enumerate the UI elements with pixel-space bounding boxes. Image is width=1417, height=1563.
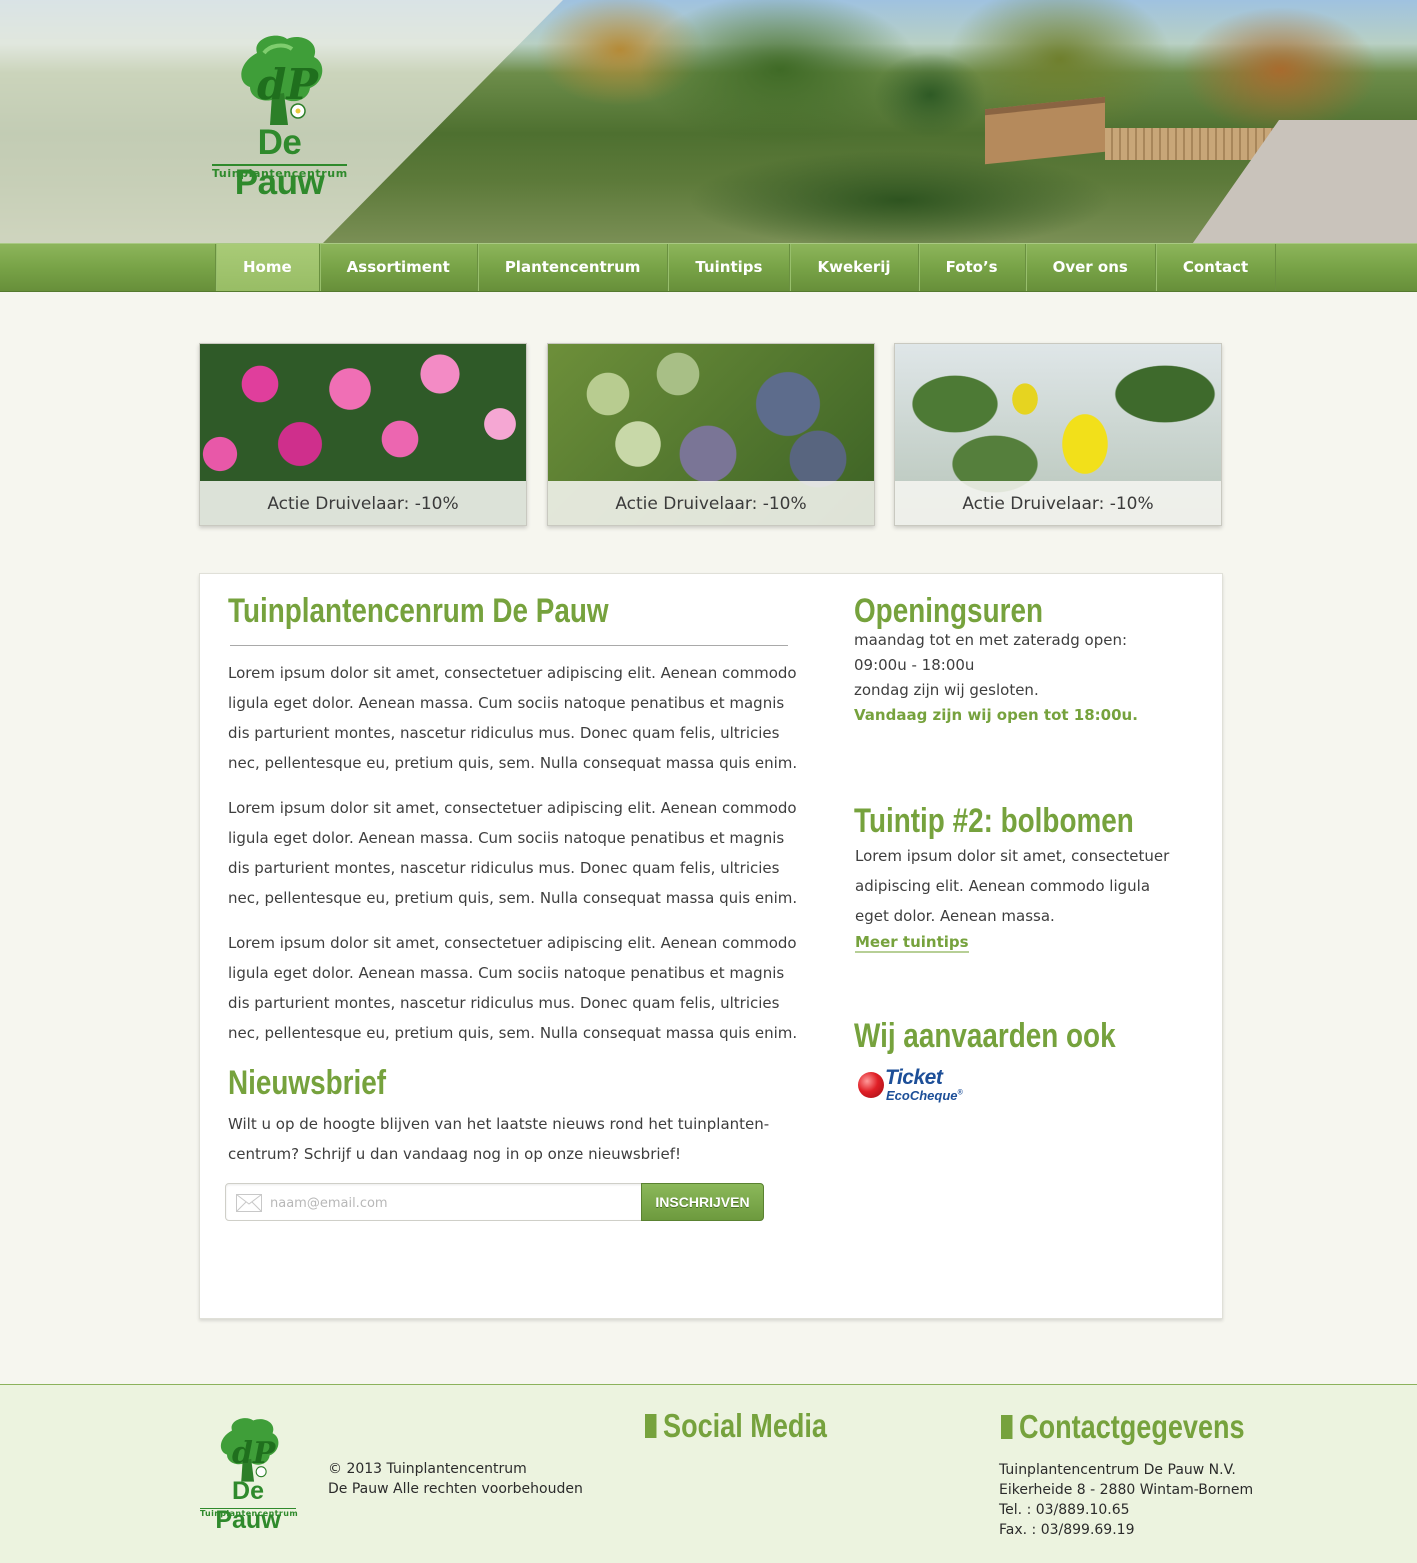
footer-logo-name: De Pauw (215, 1477, 281, 1534)
envelope-icon (236, 1194, 262, 1212)
open-today-status: Vandaag zijn wij open tot 18:00u. (854, 706, 1138, 724)
logo-tagline: Tuinplantencentrum (212, 164, 347, 180)
nav-item-kwekerij[interactable]: Kwekerij (790, 244, 919, 291)
opening-hours: maandag tot en met zateradg open: 09:00u… (854, 628, 1174, 728)
hours-line-1: maandag tot en met zateradg open: (854, 631, 1128, 649)
accepted-payments-title: Wij aanvaarden ook (854, 1017, 1116, 1055)
nav-item-plantencentrum[interactable]: Plantencentrum (478, 244, 669, 291)
newsletter-title: Nieuwsbrief (228, 1064, 387, 1102)
contact-company: Tuinplantencentrum De Pauw N.V. (999, 1462, 1236, 1478)
opening-hours-title: Openingsuren (854, 592, 1043, 630)
promo-caption: Actie Druivelaar: -10% (200, 481, 526, 525)
newsletter-form: INSCHRIJVEN (225, 1183, 764, 1221)
promo-caption: Actie Druivelaar: -10% (548, 481, 874, 525)
intro-paragraph-1: Lorem ipsum dolor sit amet, consectetuer… (228, 664, 798, 772)
header-banner: dP De Pauw Tuinplantencentrum (0, 0, 1417, 243)
contact-phone: Tel. : 03/889.10.65 (999, 1502, 1130, 1518)
promo-caption: Actie Druivelaar: -10% (895, 481, 1221, 525)
page-title: Tuinplantencenrum De Pauw (228, 592, 609, 630)
nav-item-over-ons[interactable]: Over ons (1026, 244, 1156, 291)
social-media-title: Social Media (645, 1407, 827, 1445)
main-navigation-bar: Home Assortiment Plantencentrum Tuintips… (0, 243, 1417, 292)
logo-name: De Pauw (234, 123, 325, 202)
title-divider (230, 645, 788, 646)
contact-fax: Fax. : 03/899.69.19 (999, 1522, 1135, 1538)
ticket-logo-text: Ticket (885, 1066, 943, 1089)
intro-paragraph-2: Lorem ipsum dolor sit amet, consectetuer… (228, 799, 798, 907)
newsletter-email-input[interactable] (270, 1190, 630, 1216)
ticket-ecocheque-logo: Ticket EcoCheque® (858, 1066, 978, 1110)
intro-paragraph-3: Lorem ipsum dolor sit amet, consectetuer… (228, 934, 798, 1042)
nav-item-contact[interactable]: Contact (1156, 244, 1277, 291)
promo-cards: Actie Druivelaar: -10% Actie Druivelaar:… (199, 343, 1223, 526)
heading-marker (645, 1414, 657, 1438)
garden-tip-text: Lorem ipsum dolor sit amet, consectetuer… (855, 847, 1170, 925)
nav-item-assortiment[interactable]: Assortiment (320, 244, 478, 291)
nav-item-home[interactable]: Home (216, 244, 320, 291)
promo-card-berries[interactable]: Actie Druivelaar: -10% (547, 343, 875, 526)
contact-address: Eikerheide 8 - 2880 Wintam-Bornem (999, 1482, 1254, 1498)
newsletter-text: Wilt u op de hoogte blijven van het laat… (228, 1115, 770, 1163)
hours-line-3: zondag zijn wij gesloten. (854, 681, 1039, 699)
logo-initials: dP (257, 60, 319, 109)
copyright-line-2: De Pauw Alle rechten voorbehouden (328, 1481, 583, 1497)
footer-logo[interactable]: dP De Pauw Tuinplantencentrum (200, 1415, 299, 1534)
svg-text:dP: dP (257, 60, 319, 109)
nav-item-tuintips[interactable]: Tuintips (668, 244, 791, 291)
copyright: © 2013 Tuinplantencentrum De Pauw Alle r… (328, 1459, 583, 1499)
ticket-ball-icon (858, 1072, 884, 1098)
content-panel: Tuinplantencenrum De Pauw Lorem ipsum do… (199, 573, 1223, 1319)
heading-marker (1001, 1415, 1013, 1439)
subscribe-button[interactable]: INSCHRIJVEN (641, 1183, 764, 1221)
copyright-line-1: © 2013 Tuinplantencentrum (328, 1461, 527, 1477)
main-navigation: Home Assortiment Plantencentrum Tuintips… (215, 244, 1277, 291)
promo-card-flowers[interactable]: Actie Druivelaar: -10% (199, 343, 527, 526)
contact-title: Contactgegevens (1001, 1408, 1245, 1446)
garden-tip-title: Tuintip #2: bolbomen (854, 802, 1134, 840)
nav-item-fotos[interactable]: Foto’s (919, 244, 1026, 291)
tree-logo-icon: dP (220, 1418, 279, 1482)
svg-text:dP: dP (232, 1436, 277, 1471)
hours-line-2: 09:00u - 18:00u (854, 656, 975, 674)
promo-card-quince[interactable]: Actie Druivelaar: -10% (894, 343, 1222, 526)
footer-logo-tagline: Tuinplantencentrum (200, 1508, 299, 1518)
contact-details: Tuinplantencentrum De Pauw N.V. Eikerhei… (999, 1460, 1253, 1540)
ecocheque-logo-text: EcoCheque® (886, 1088, 963, 1103)
site-logo[interactable]: dP De Pauw Tuinplantencentrum (212, 33, 347, 202)
wooden-fence (1105, 128, 1275, 160)
footer: dP De Pauw Tuinplantencentrum © 2013 Tui… (0, 1384, 1417, 1563)
more-tips-link[interactable]: Meer tuintips (855, 933, 969, 953)
